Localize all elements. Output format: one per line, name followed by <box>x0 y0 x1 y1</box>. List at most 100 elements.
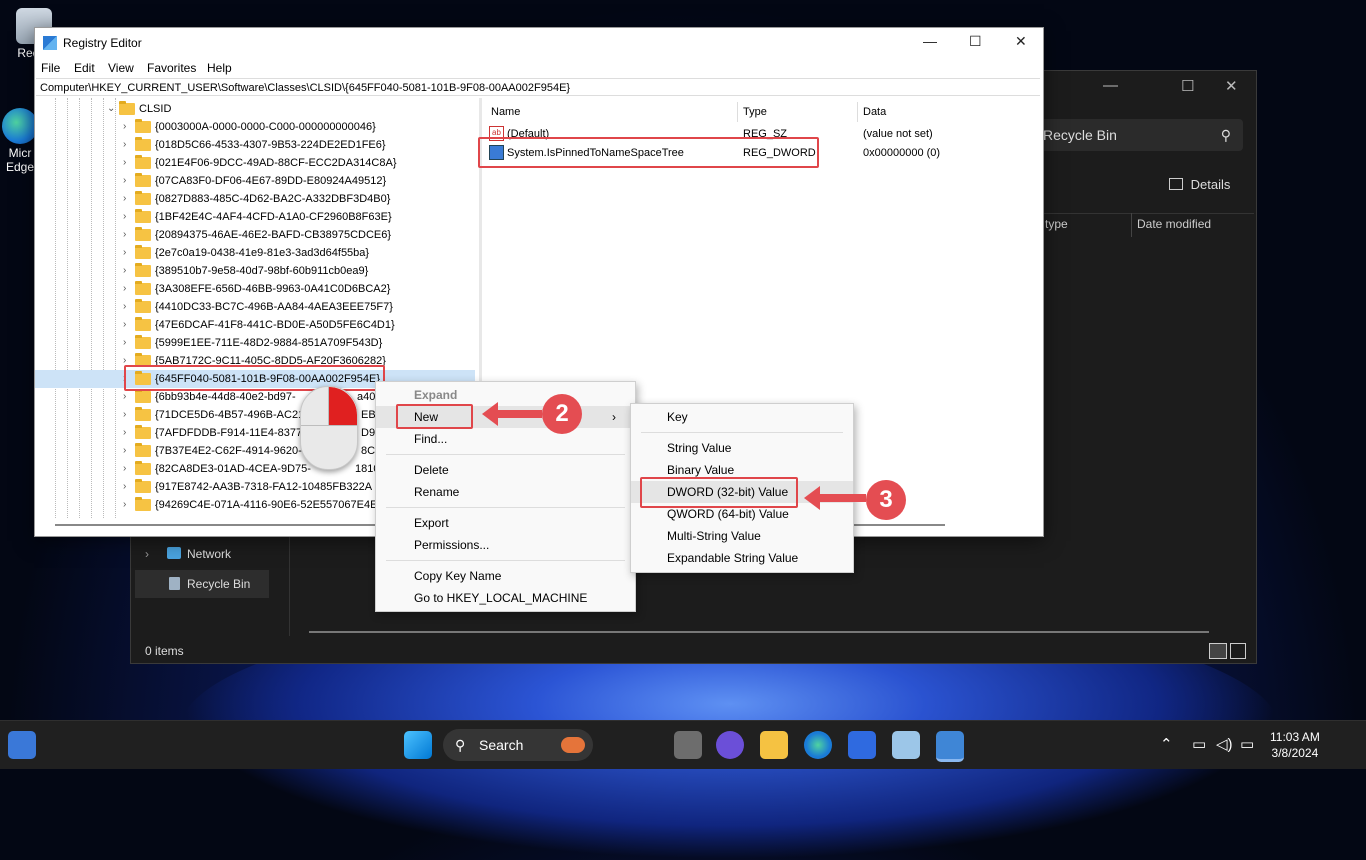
chevron-right-icon[interactable]: › <box>123 244 126 262</box>
chevron-right-icon[interactable]: › <box>123 406 126 424</box>
chevron-right-icon[interactable]: › <box>123 460 126 478</box>
folder-icon <box>135 209 151 223</box>
chevron-right-icon[interactable]: › <box>123 226 126 244</box>
store-icon[interactable] <box>848 731 876 759</box>
tree-item[interactable]: › {3A308EFE-656D-46BB-9963-0A41C0D6BCA2} <box>35 280 475 298</box>
tree-item[interactable]: › {1BF42E4C-4AF4-4CFD-A1A0-CF2960B8F63E} <box>35 208 475 226</box>
tree-item[interactable]: › {5999E1EE-711E-48D2-9884-851A709F543D} <box>35 334 475 352</box>
tree-item-label: {2e7c0a19-0438-41e9-81e3-3ad3d64f55ba} <box>155 247 370 259</box>
chevron-right-icon[interactable]: › <box>123 118 126 136</box>
teams-chat-icon[interactable] <box>716 731 744 759</box>
start-icon[interactable] <box>404 731 432 759</box>
menu-item-export[interactable]: Export <box>376 512 635 534</box>
battery-icon[interactable]: ▭ <box>1240 735 1254 753</box>
tree-item-label: {4410DC33-BC7C-496B-AA84-4AEA3EEE75F7} <box>155 301 393 313</box>
chevron-down-icon[interactable]: ⌄ <box>107 100 115 118</box>
submenu-item-expandable-string-value[interactable]: Expandable String Value <box>631 547 853 569</box>
submenu-item-multi-string-value[interactable]: Multi-String Value <box>631 525 853 547</box>
tree-item[interactable]: › {018D5C66-4533-4307-9B53-224DE2ED1FE6} <box>35 136 475 154</box>
chevron-right-icon[interactable]: › <box>123 262 126 280</box>
folder-icon <box>135 479 151 493</box>
tree-item[interactable]: › {4410DC33-BC7C-496B-AA84-4AEA3EEE75F7} <box>35 298 475 316</box>
details-pane-button[interactable]: Details <box>1169 177 1230 192</box>
widgets-icon[interactable] <box>8 731 36 759</box>
chevron-right-icon[interactable]: › <box>123 172 126 190</box>
chevron-right-icon[interactable]: › <box>123 208 126 226</box>
folder-icon <box>135 137 151 151</box>
menu-item-permissions[interactable]: Permissions... <box>376 534 635 556</box>
menu-file[interactable]: File <box>41 61 60 75</box>
minimize-icon[interactable]: — <box>923 33 937 49</box>
chevron-right-icon[interactable]: › <box>123 280 126 298</box>
menu-favorites[interactable]: Favorites <box>147 61 196 75</box>
submenu-item-key[interactable]: Key <box>631 406 853 428</box>
chevron-right-icon[interactable]: › <box>123 190 126 208</box>
chevron-right-icon[interactable]: › <box>123 334 126 352</box>
chevron-right-icon[interactable]: › <box>123 316 126 334</box>
volume-icon[interactable]: ◁) <box>1216 735 1233 753</box>
close-icon[interactable]: ✕ <box>1015 33 1027 50</box>
tree-item[interactable]: › {389510b7-9e58-40d7-98bf-60b911cb0ea9} <box>35 262 475 280</box>
chevron-right-icon[interactable]: › <box>123 136 126 154</box>
column-type[interactable]: Type <box>743 106 767 118</box>
chevron-right-icon[interactable]: › <box>123 496 126 514</box>
nav-item-recycle-bin[interactable]: Recycle Bin <box>135 570 269 598</box>
menu-item-expand[interactable]: Expand <box>376 384 635 406</box>
menu-help[interactable]: Help <box>207 61 232 75</box>
explorer-minimize-icon[interactable]: — <box>1103 77 1118 94</box>
menu-item-label: Key <box>667 410 688 424</box>
menu-item-goto-hklm[interactable]: Go to HKEY_LOCAL_MACHINE <box>376 587 635 609</box>
tree-item[interactable]: › {47E6DCAF-41F8-441C-BD0E-A50D5FE6C4D1} <box>35 316 475 334</box>
explorer-maximize-icon[interactable]: ☐ <box>1181 77 1194 95</box>
tree-item[interactable]: › {2e7c0a19-0438-41e9-81e3-3ad3d64f55ba} <box>35 244 475 262</box>
mouse-button-divider <box>328 387 329 425</box>
explorer-horizontal-scrollbar[interactable] <box>309 631 1209 633</box>
chevron-right-icon[interactable]: › <box>123 478 126 496</box>
nav-item-network[interactable]: › Network <box>135 540 269 568</box>
tree-item-clsid[interactable]: ⌄ CLSID <box>35 100 475 118</box>
column-data[interactable]: Data <box>863 106 886 118</box>
edge-taskbar-icon[interactable] <box>804 731 832 759</box>
network-tray-icon[interactable]: ▭ <box>1192 735 1206 753</box>
explorer-search-input[interactable]: Recycle Bin ⚲ <box>1033 119 1243 151</box>
menu-item-find[interactable]: Find... <box>376 428 635 450</box>
tree-item[interactable]: › {07CA83F0-DF06-4E67-89DD-E80924A49512} <box>35 172 475 190</box>
menu-separator <box>386 454 625 455</box>
regedit-titlebar: Registry Editor — ☐ ✕ <box>35 28 1043 58</box>
menu-item-copy-key-name[interactable]: Copy Key Name <box>376 565 635 587</box>
tree-item[interactable]: › {0827D883-485C-4D62-BA2C-A332DBF3D4B0} <box>35 190 475 208</box>
details-view-icon[interactable] <box>1209 643 1227 659</box>
column-name[interactable]: Name <box>491 106 520 118</box>
taskbar-clock[interactable]: 11:03 AM 3/8/2024 <box>1270 729 1320 761</box>
tree-item[interactable]: › {20894375-46AE-46E2-BAFD-CB38975CDCE6} <box>35 226 475 244</box>
taskbar-search[interactable]: ⚲ Search <box>443 729 593 761</box>
registry-editor-taskbar-icon[interactable] <box>936 731 964 762</box>
menu-view[interactable]: View <box>108 61 134 75</box>
maximize-icon[interactable]: ☐ <box>969 33 982 50</box>
explorer-search-placeholder: Recycle Bin <box>1043 127 1117 143</box>
menu-item-rename[interactable]: Rename <box>376 481 635 503</box>
tree-item-label: {71DCE5D6-4B57-496B-AC21 <box>155 409 305 421</box>
value-data: 0x00000000 (0) <box>863 147 941 159</box>
file-explorer-icon[interactable] <box>760 731 788 759</box>
address-bar[interactable]: Computer\HKEY_CURRENT_USER\Software\Clas… <box>36 78 1040 96</box>
submenu-item-string-value[interactable]: String Value <box>631 437 853 459</box>
chevron-right-icon[interactable]: › <box>123 298 126 316</box>
taskbar-search-label: Search <box>479 737 524 753</box>
menu-edit[interactable]: Edit <box>74 61 95 75</box>
tiles-view-icon[interactable] <box>1230 643 1247 659</box>
tree-item[interactable]: › {021E4F06-9DCC-49AD-88CF-ECC2DA314C8A} <box>35 154 475 172</box>
menu-item-delete[interactable]: Delete <box>376 459 635 481</box>
tree-item[interactable]: › {0003000A-0000-0000-C000-000000000046} <box>35 118 475 136</box>
chevron-right-icon[interactable]: › <box>123 442 126 460</box>
tree-horizontal-scrollbar[interactable] <box>55 524 385 526</box>
chevron-up-icon[interactable]: ⌃ <box>1160 735 1173 753</box>
tree-item-label: {7AFDFDDB-F914-11E4-8377 <box>155 427 303 439</box>
photos-icon[interactable] <box>892 731 920 759</box>
column-date-modified[interactable]: Date modified <box>1137 217 1211 231</box>
chevron-right-icon[interactable]: › <box>123 154 126 172</box>
task-view-icon[interactable] <box>674 731 702 759</box>
explorer-close-icon[interactable]: ✕ <box>1225 77 1238 95</box>
chevron-right-icon[interactable]: › <box>123 424 126 442</box>
column-type[interactable]: type <box>1045 217 1068 231</box>
